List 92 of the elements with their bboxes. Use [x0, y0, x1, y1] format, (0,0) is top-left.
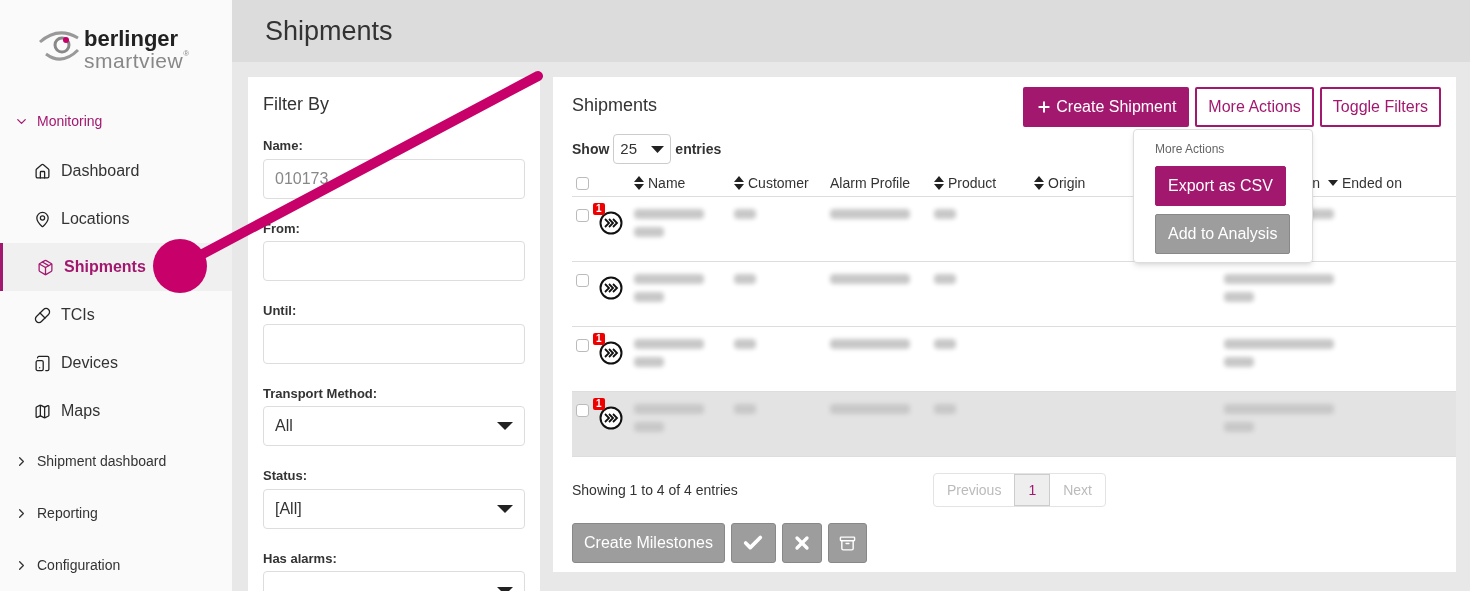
map-pin-icon — [34, 210, 51, 228]
fast-forward-status-icon — [599, 276, 623, 300]
menu-item[interactable]: Export as CSV — [1155, 166, 1286, 206]
nav-group[interactable]: Monitoring — [0, 95, 232, 147]
show-label: Show — [572, 139, 610, 159]
logo-wordmark: berlinger — [84, 28, 180, 50]
nav-item[interactable]: Devices — [0, 339, 232, 387]
blurred-text — [1224, 357, 1254, 367]
dropdown-caret-icon — [497, 422, 513, 430]
field-label: From: — [263, 219, 301, 238]
blurred-text — [934, 339, 956, 349]
blurred-text — [634, 292, 664, 302]
blurred-text — [634, 209, 704, 219]
device-icon — [34, 354, 51, 372]
logo-subtitle: smartview — [84, 50, 184, 71]
fast-forward-status-icon — [599, 406, 623, 430]
sort-icon — [934, 176, 944, 190]
blurred-text — [634, 357, 664, 367]
field-label: Name: — [263, 137, 304, 155]
map-icon — [34, 402, 51, 420]
action-button[interactable]: Toggle Filters — [1319, 87, 1441, 127]
row-checkbox[interactable] — [576, 274, 589, 287]
blurred-text — [734, 404, 756, 414]
text-field[interactable] — [263, 323, 525, 364]
table-row[interactable]: 1 — [572, 392, 1456, 457]
reject-button[interactable] — [781, 523, 822, 563]
pagination-button[interactable]: 1 — [1014, 474, 1051, 506]
entries-label: entries — [675, 139, 722, 159]
dropdown-caret-icon — [651, 145, 665, 153]
select-all-checkbox[interactable] — [576, 176, 589, 190]
blurred-text — [734, 274, 756, 284]
blurred-text — [634, 339, 704, 349]
pill-icon — [34, 306, 51, 324]
approve-button[interactable] — [730, 523, 776, 563]
sort-icon — [1034, 176, 1044, 190]
select-field[interactable]: All — [263, 406, 525, 446]
page-title: Shipments — [265, 14, 393, 48]
nav-group[interactable]: Reporting — [0, 487, 232, 539]
alarm-count-badge: 1 — [593, 203, 605, 215]
field-label: Until: — [263, 302, 298, 320]
alarm-count-badge: 1 — [593, 398, 605, 410]
column-header[interactable]: Name — [634, 172, 734, 194]
sort-icon — [634, 176, 644, 190]
nav-item[interactable]: Locations — [0, 195, 232, 243]
create-button[interactable]: Create Shipment — [1023, 87, 1190, 127]
action-button[interactable]: More Actions — [1195, 87, 1314, 127]
archive-button[interactable] — [827, 523, 867, 563]
nav-group[interactable]: Shipment dashboard — [0, 435, 232, 487]
blurred-text — [734, 339, 756, 349]
column-header[interactable]: Alarm Profile — [830, 172, 934, 194]
column-header[interactable]: Product — [934, 172, 1034, 194]
sort-descending-icon — [1328, 180, 1338, 186]
registered-mark: ® — [183, 50, 190, 58]
sort-icon — [734, 176, 744, 190]
nav-item[interactable]: Dashboard — [0, 147, 232, 195]
blurred-text — [634, 227, 664, 237]
menu-title: More Actions — [1155, 141, 1226, 158]
blurred-text — [934, 274, 956, 284]
blurred-text — [934, 209, 956, 219]
row-checkbox[interactable] — [576, 209, 589, 222]
fast-forward-status-icon — [599, 211, 623, 235]
nav-item[interactable]: Maps — [0, 387, 232, 435]
eye-logo-icon — [38, 28, 80, 64]
text-field[interactable]: 010173 — [263, 158, 525, 199]
field-label: Has alarms: — [263, 549, 338, 568]
blurred-text — [1224, 422, 1254, 432]
blurred-text — [634, 274, 704, 284]
alarm-count-badge: 1 — [593, 333, 605, 345]
blurred-text — [634, 404, 704, 414]
field-label: Transport Method: — [263, 384, 379, 403]
text-field[interactable] — [263, 241, 525, 281]
table-info: Showing 1 to 4 of 4 entries — [572, 480, 739, 500]
field-label: Status: — [263, 467, 309, 485]
blurred-text — [1224, 292, 1254, 302]
nav-item[interactable]: TCIs — [0, 291, 232, 339]
nav-group[interactable]: Configuration — [0, 539, 232, 591]
row-checkbox[interactable] — [576, 404, 589, 417]
panel-title: Shipments — [572, 94, 658, 117]
column-header[interactable]: Customer — [734, 172, 830, 194]
blurred-text — [934, 404, 956, 414]
page-size-select[interactable]: 25 — [613, 134, 672, 164]
package-icon — [37, 258, 54, 276]
blurred-text — [634, 422, 664, 432]
column-header[interactable]: Ended on — [1328, 172, 1418, 194]
select-field[interactable]: [All] — [263, 488, 525, 529]
dropdown-caret-icon — [497, 504, 513, 513]
archive-icon — [838, 534, 856, 552]
filter-title: Filter By — [263, 93, 330, 116]
home-icon — [34, 162, 51, 180]
blurred-text — [734, 209, 756, 219]
fast-forward-status-icon — [599, 341, 623, 365]
row-checkbox[interactable] — [576, 339, 589, 352]
